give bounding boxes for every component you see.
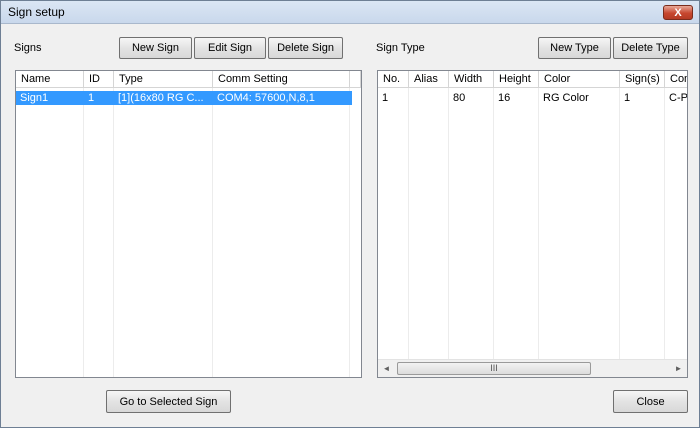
grid-line [408,88,409,360]
type-alias-cell [409,91,449,105]
sign-type-label: Sign Type [376,42,425,54]
type-color-cell: RG Color [543,92,589,104]
delete-type-button[interactable]: Delete Type [613,37,688,59]
scroll-thumb[interactable]: III [397,362,591,375]
type-signs-cell: 1 [624,92,631,104]
sign-comm-cell: COM4: 57600,N,8,1 [217,92,315,104]
column-header-height[interactable]: Height [494,71,539,88]
column-header-width[interactable]: Width [449,71,494,88]
horizontal-scrollbar[interactable]: ◄ III ► [378,359,687,377]
column-header-no[interactable]: No. [378,71,409,88]
sign-id-cell: 1 [88,92,95,104]
new-sign-button[interactable]: New Sign [119,37,192,59]
grid-line [538,88,539,360]
close-button[interactable]: Close [613,390,688,413]
column-header-alias[interactable]: Alias [409,71,449,88]
grid-line [349,88,350,377]
column-header-filler [350,71,361,88]
column-header-id[interactable]: ID [84,71,114,88]
sign-setup-dialog: Sign setup X Signs New Sign Edit Sign De… [0,0,700,428]
type-no-cell: 1 [382,92,389,104]
window-title: Sign setup [8,5,65,19]
type-com-cell: C-P [669,92,688,104]
column-header-com[interactable]: Com [665,71,687,88]
column-header-name[interactable]: Name [16,71,84,88]
grid-line [113,88,114,377]
scroll-right-icon[interactable]: ► [670,360,687,377]
grid-line [212,88,213,377]
delete-sign-button[interactable]: Delete Sign [268,37,343,59]
window-close-button[interactable]: X [663,5,693,20]
scroll-left-icon[interactable]: ◄ [378,360,395,377]
column-header-signs[interactable]: Sign(s) [620,71,665,88]
sign-name-cell: Sign1 [20,92,49,104]
title-bar: Sign setup X [1,1,699,24]
column-header-color[interactable]: Color [539,71,620,88]
go-to-selected-sign-button[interactable]: Go to Selected Sign [106,390,231,413]
grid-line [83,88,84,377]
column-header-comm-setting[interactable]: Comm Setting [213,71,350,88]
new-type-button[interactable]: New Type [538,37,611,59]
signs-list[interactable]: Name ID Type Comm Setting Sign1 1 [1](16… [15,70,362,378]
type-width-cell: 80 [453,92,466,104]
sign-row[interactable]: Sign1 1 [1](16x80 RG C... COM4: 57600,N,… [16,91,352,105]
grid-line [493,88,494,360]
grid-line [664,88,665,360]
column-header-type[interactable]: Type [114,71,213,88]
sign-type-row[interactable]: 1 80 16 RG Color 1 C-P [378,91,688,105]
edit-sign-button[interactable]: Edit Sign [194,37,266,59]
grid-line [619,88,620,360]
type-height-cell: 16 [498,92,511,104]
sign-type-cell: [1](16x80 RG C... [118,92,204,104]
grid-line [448,88,449,360]
signs-label: Signs [14,42,42,54]
sign-type-list[interactable]: No. Alias Width Height Color Sign(s) Com… [377,70,688,378]
